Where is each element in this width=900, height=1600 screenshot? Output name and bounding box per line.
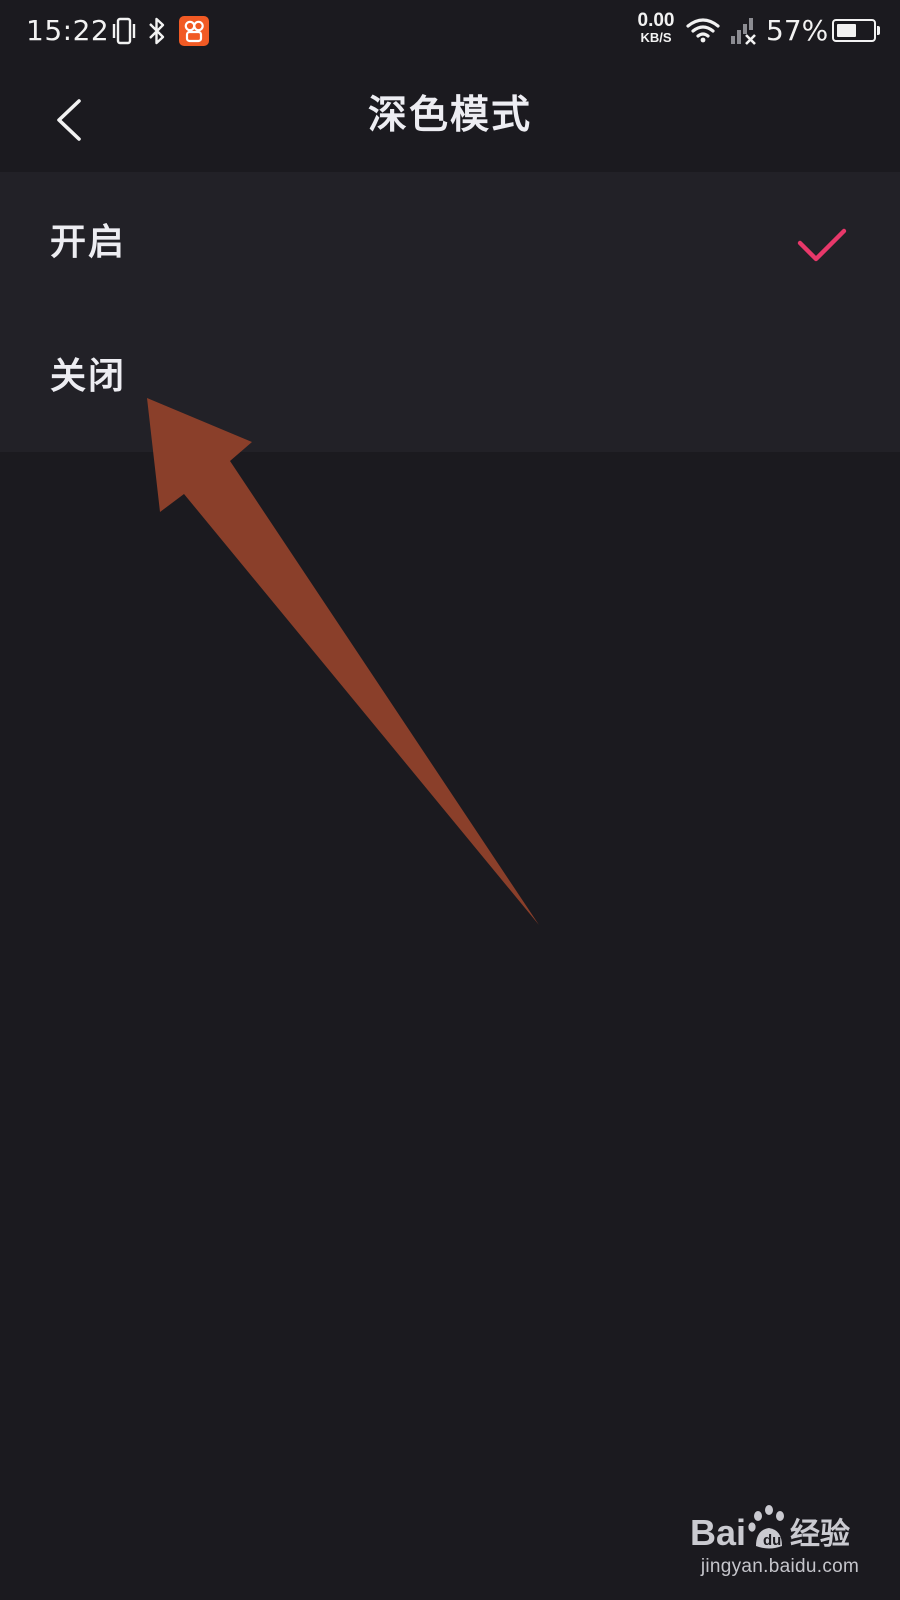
svg-text:du: du [763, 1532, 781, 1549]
watermark-domain: jingyan.baidu.com [700, 1556, 860, 1577]
network-speed-unit: KB/S [640, 30, 672, 45]
dark-mode-option-list: 开启 关闭 [0, 172, 900, 452]
battery-cap [877, 26, 880, 35]
signal-off-icon [731, 18, 756, 45]
check-icon [797, 228, 847, 262]
baidu-logo: Bai du 经验 [690, 1505, 850, 1553]
network-speed: 0.00 KB/S [636, 11, 676, 45]
app-badge-icon [179, 16, 209, 46]
option-on[interactable]: 开启 [0, 172, 900, 312]
page-title: 深色模式 [367, 92, 532, 138]
option-off[interactable]: 关闭 [0, 312, 900, 452]
wifi-icon [686, 18, 720, 43]
baidu-jingyan-watermark: Bai du 经验 jingyan.baidu.com [690, 1502, 880, 1584]
bluetooth-icon [149, 17, 165, 45]
battery-level-fill [837, 24, 856, 37]
svg-text:经验: 经验 [790, 1517, 850, 1552]
network-speed-value: 0.00 [637, 10, 675, 31]
option-off-label: 关闭 [50, 355, 127, 397]
option-on-label: 开启 [50, 221, 127, 263]
vibrate-icon [112, 17, 136, 45]
status-bar: 15:22 0.00 KB/S 57% [0, 0, 900, 62]
battery-icon [832, 19, 880, 42]
header: 深色模式 [0, 62, 900, 172]
battery-percent: 57% [766, 14, 829, 47]
status-time: 15:22 [26, 14, 110, 47]
svg-text:Bai: Bai [690, 1512, 746, 1553]
